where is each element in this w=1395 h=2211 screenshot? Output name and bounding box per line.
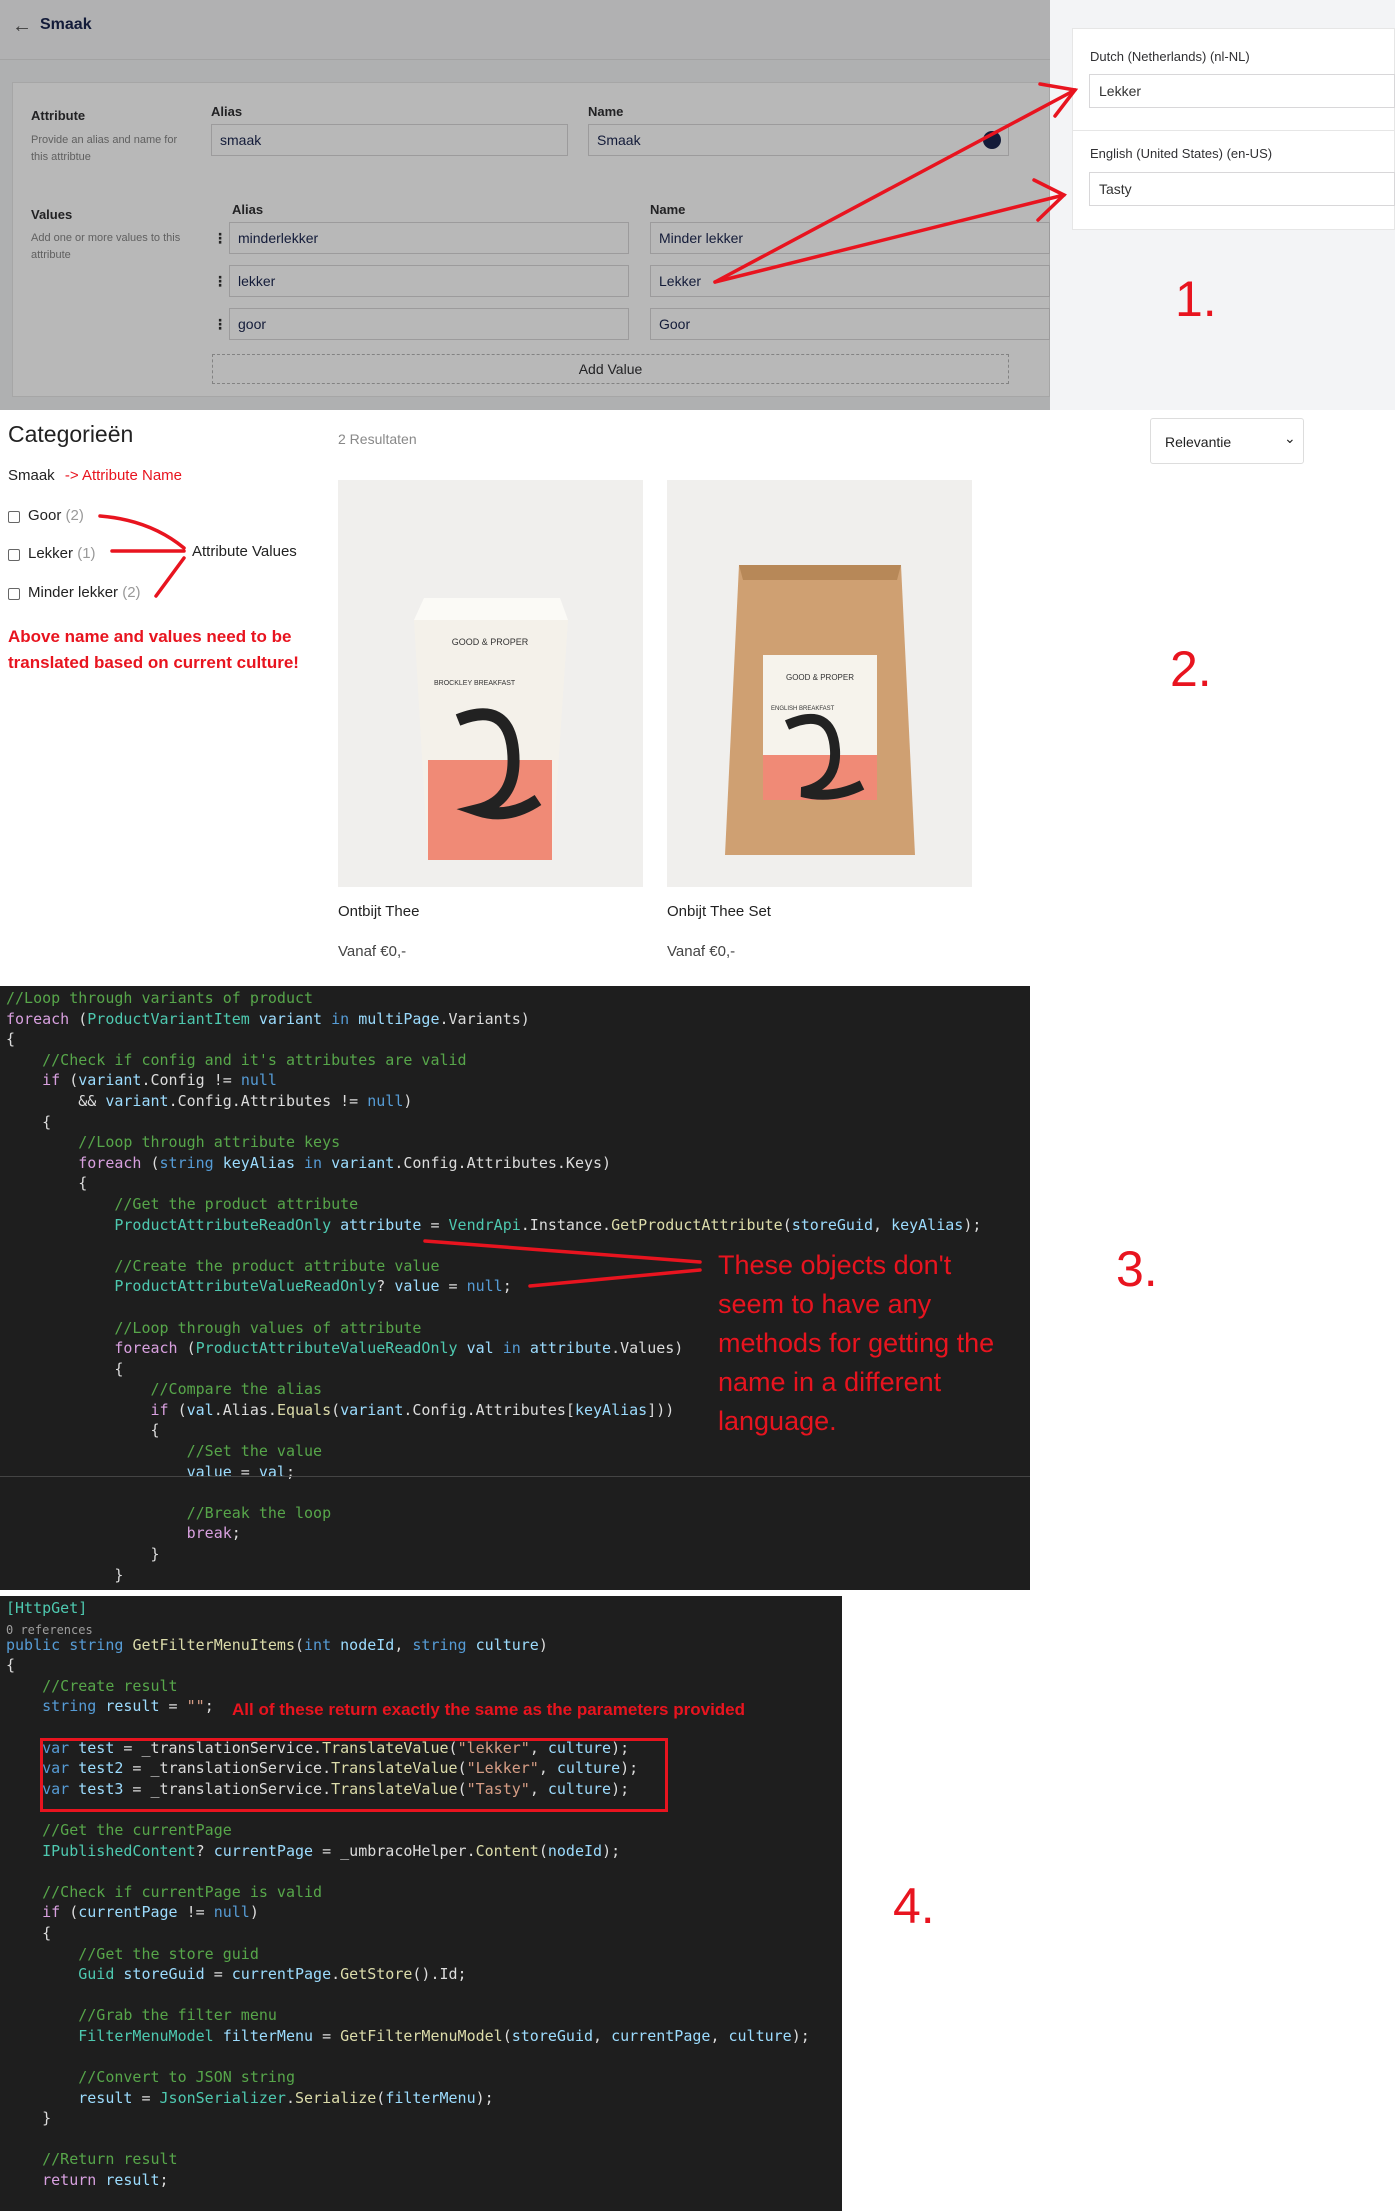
alias-header: Alias <box>211 104 243 119</box>
attribute-alias-input[interactable]: smaak <box>211 124 568 156</box>
value-alias-input[interactable]: minderlekker <box>229 222 629 254</box>
lang-label-nl: Dutch (Netherlands) (nl-NL) <box>1090 49 1250 64</box>
attribute-name-annotation: -> Attribute Name <box>64 467 182 484</box>
attribute-values-annotation: Attribute Values <box>192 543 297 560</box>
lang-input-nl[interactable]: Lekker <box>1089 74 1395 108</box>
page-title: Smaak <box>40 16 92 33</box>
product-price: Vanaf €0,- <box>667 943 736 960</box>
webshop-panel <box>0 410 1320 986</box>
attribute-help: Provide an alias and name for this attri… <box>31 134 178 163</box>
filter-item: Lekker (1) <box>28 545 96 562</box>
back-arrow-icon[interactable]: ← <box>12 15 32 38</box>
translation-note: Above name and values need to be transla… <box>8 627 299 672</box>
product-name[interactable]: Ontbijt Thee <box>338 903 419 920</box>
code-editor-controller: [HttpGet] 0 references public string Get… <box>0 1596 842 2211</box>
values-help: Add one or more values to this attribute <box>31 232 181 261</box>
lang-label-en: English (United States) (en-US) <box>1090 146 1273 161</box>
product-image[interactable]: GOOD & PROPER BROCKLEY BREAKFAST <box>338 480 643 887</box>
filter-label: Lekker <box>28 545 74 562</box>
objects-annotation: These objects don't seem to have any met… <box>718 1250 995 1436</box>
attribute-label: Attribute <box>31 108 86 123</box>
backoffice-panel: ← Smaak Attribute Provide an alias and n… <box>0 0 1050 410</box>
filter-checkbox[interactable] <box>8 549 20 561</box>
chevron-down-icon: ⌄ <box>1284 430 1296 446</box>
tea-pouch-illustration: GOOD & PROPER ENGLISH BREAKFAST <box>725 565 915 855</box>
step-number-4: 4. <box>893 1878 935 1934</box>
results-count: 2 Resultaten <box>338 431 417 447</box>
product-name[interactable]: Onbijt Thee Set <box>667 903 771 920</box>
product-price: Vanaf €0,- <box>338 943 407 960</box>
value-alias-input[interactable]: lekker <box>229 265 629 297</box>
sort-select[interactable]: Relevantie <box>1150 418 1304 464</box>
add-value-button[interactable]: Add Value <box>212 354 1009 384</box>
step-number-1: 1. <box>1175 271 1217 327</box>
attribute-name: Smaak <box>8 467 55 484</box>
name-header: Name <box>588 104 624 119</box>
value-name-input[interactable]: Goor <box>650 308 1050 340</box>
categories-title: Categorieën <box>8 421 134 447</box>
drag-handle-icon[interactable]: ⋮ <box>213 230 227 247</box>
values-label: Values <box>31 207 73 222</box>
value-name-input[interactable]: Lekker <box>650 265 1050 297</box>
filter-item: Goor (2) <box>28 507 84 524</box>
filter-group: Smaak -> Attribute Name <box>8 467 182 484</box>
filter-label: Minder lekker <box>28 584 119 601</box>
value-name-input[interactable]: Minder lekker <box>650 222 1050 254</box>
drag-handle-icon[interactable]: ⋮ <box>213 316 227 333</box>
value-alias-input[interactable]: goor <box>229 308 629 340</box>
product-subtitle: BROCKLEY BREAKFAST <box>434 680 516 687</box>
lang-input-en[interactable]: Tasty <box>1089 172 1395 206</box>
values-name-header: Name <box>650 202 686 217</box>
filter-checkbox[interactable] <box>8 588 20 600</box>
current-line-highlight <box>0 1476 1030 1477</box>
step-number-2: 2. <box>1170 641 1212 697</box>
filter-count: (2) <box>122 584 141 601</box>
values-alias-header: Alias <box>232 202 264 217</box>
step-number-3: 3. <box>1116 1241 1158 1297</box>
product-image[interactable]: GOOD & PROPER ENGLISH BREAKFAST <box>667 480 972 887</box>
globe-icon[interactable] <box>983 131 1001 149</box>
filter-count: (2) <box>65 507 84 524</box>
translate-annotation: All of these return exactly the same as … <box>232 1700 746 1719</box>
backoffice-header <box>0 0 1050 60</box>
filter-count: (1) <box>77 545 96 562</box>
product-brand: GOOD & PROPER <box>786 673 854 682</box>
drag-handle-icon[interactable]: ⋮ <box>213 273 227 290</box>
filter-checkbox[interactable] <box>8 511 20 523</box>
divider <box>1072 130 1395 131</box>
product-brand: GOOD & PROPER <box>452 637 529 647</box>
product-subtitle: ENGLISH BREAKFAST <box>771 706 835 712</box>
tea-box-illustration: GOOD & PROPER BROCKLEY BREAKFAST <box>414 598 568 860</box>
filter-label: Goor <box>28 507 62 524</box>
highlight-box <box>40 1738 668 1812</box>
filter-item: Minder lekker (2) <box>28 584 141 601</box>
attribute-name-input[interactable]: Smaak <box>588 124 1009 156</box>
